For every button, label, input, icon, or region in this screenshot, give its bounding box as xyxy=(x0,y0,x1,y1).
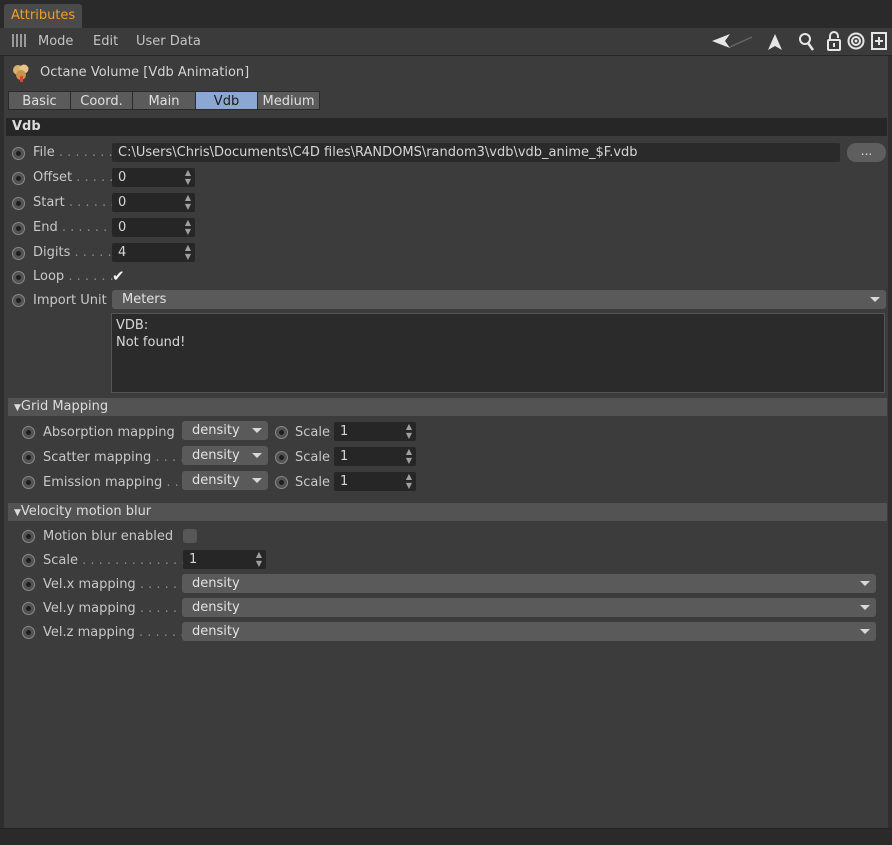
grid-mapping-header[interactable]: ▼Grid Mapping xyxy=(8,398,887,416)
end-keyframe-radio[interactable] xyxy=(12,222,25,235)
start-field[interactable]: 0 ▲ ▼ xyxy=(112,193,195,212)
start-label: Start . . . . . . xyxy=(33,195,115,210)
collapse-triangle-icon[interactable]: ▼ xyxy=(14,403,21,413)
absorption-scale-field[interactable]: 1 ▲ ▼ xyxy=(334,422,416,441)
velz-keyframe-radio[interactable] xyxy=(22,626,35,639)
file-keyframe-radio[interactable] xyxy=(12,147,25,160)
emission-mapping-dropdown[interactable]: density xyxy=(182,471,268,490)
digits-field[interactable]: 4 ▲ ▼ xyxy=(112,243,195,262)
tab-vdb[interactable]: Vdb xyxy=(195,91,258,110)
import-unit-label: Import Unit xyxy=(33,293,107,308)
volume-object-icon xyxy=(13,64,29,82)
collapse-triangle-icon[interactable]: ▼ xyxy=(14,508,21,518)
scatter-mapping-dropdown[interactable]: density xyxy=(182,446,268,465)
vel-scale-field[interactable]: 1 ▲ ▼ xyxy=(183,550,266,569)
loop-keyframe-radio[interactable] xyxy=(12,271,25,284)
vel-scale-stepper-icon[interactable]: ▲ ▼ xyxy=(255,550,263,569)
motion-blur-keyframe-radio[interactable] xyxy=(22,530,35,543)
vdb-section-header: Vdb xyxy=(6,118,887,136)
velz-mapping-dropdown[interactable]: density xyxy=(182,622,876,641)
emission-scale-field[interactable]: 1 ▲ ▼ xyxy=(334,472,416,491)
file-label: File . . . . . . . xyxy=(33,145,113,160)
vely-label: Vel.y mapping . . . . . . xyxy=(43,601,186,616)
attributes-tab[interactable]: Attributes xyxy=(4,4,83,28)
chevron-down-icon xyxy=(860,581,870,586)
velx-keyframe-radio[interactable] xyxy=(22,578,35,591)
offset-stepper-icon[interactable]: ▲ ▼ xyxy=(184,168,192,187)
velx-mapping-dropdown[interactable]: density xyxy=(182,574,876,593)
chevron-down-icon xyxy=(252,478,262,483)
offset-field[interactable]: 0 ▲ ▼ xyxy=(112,168,195,187)
search-icon[interactable] xyxy=(798,32,816,52)
absorption-scale-stepper-icon[interactable]: ▲ ▼ xyxy=(405,422,413,441)
file-path-field[interactable]: C:\Users\Chris\Documents\C4D files\RANDO… xyxy=(112,143,840,162)
panel-tab-bar xyxy=(0,0,892,28)
menu-mode[interactable]: Mode xyxy=(38,34,73,49)
end-label: End . . . . . . . xyxy=(33,220,116,235)
chevron-down-icon xyxy=(860,605,870,610)
lock-icon[interactable] xyxy=(826,31,842,51)
emission-scale-keyframe-radio[interactable] xyxy=(275,476,288,489)
menu-bar xyxy=(0,28,892,56)
start-stepper-icon[interactable]: ▲ ▼ xyxy=(184,193,192,212)
absorption-scale-label: Scale xyxy=(295,425,330,440)
emission-scale-label: Scale xyxy=(295,475,330,490)
scatter-keyframe-radio[interactable] xyxy=(22,451,35,464)
import-unit-dropdown[interactable]: Meters xyxy=(112,290,886,309)
up-arrow-icon[interactable] xyxy=(766,33,784,51)
vdb-status-line: Not found! xyxy=(116,335,186,350)
chevron-down-icon xyxy=(860,629,870,634)
menu-user-data[interactable]: User Data xyxy=(136,34,201,49)
scatter-scale-field[interactable]: 1 ▲ ▼ xyxy=(334,447,416,466)
chevron-down-icon xyxy=(870,297,880,302)
emission-label: Emission mapping . . xyxy=(43,475,179,490)
emission-keyframe-radio[interactable] xyxy=(22,476,35,489)
vel-scale-keyframe-radio[interactable] xyxy=(22,554,35,567)
scatter-scale-stepper-icon[interactable]: ▲ ▼ xyxy=(405,447,413,466)
tab-coord[interactable]: Coord. xyxy=(70,91,133,110)
scatter-scale-keyframe-radio[interactable] xyxy=(275,451,288,464)
motion-blur-label: Motion blur enabled xyxy=(43,529,174,544)
object-title: Octane Volume [Vdb Animation] xyxy=(40,65,250,80)
digits-label: Digits . . . . . xyxy=(33,245,112,260)
digits-stepper-icon[interactable]: ▲ ▼ xyxy=(184,243,192,262)
back-arrow-icon[interactable] xyxy=(710,33,756,51)
offset-label: Offset . . . . . xyxy=(33,170,114,185)
absorption-mapping-dropdown[interactable]: density xyxy=(182,421,268,440)
offset-keyframe-radio[interactable] xyxy=(12,172,25,185)
vely-keyframe-radio[interactable] xyxy=(22,602,35,615)
absorption-label: Absorption mapping xyxy=(43,425,175,440)
new-panel-icon[interactable] xyxy=(871,32,887,50)
vel-scale-label: Scale . . . . . . . . . . . . . . xyxy=(43,553,194,568)
loop-label: Loop . . . . . . xyxy=(33,269,114,284)
menu-edit[interactable]: Edit xyxy=(93,34,118,49)
end-stepper-icon[interactable]: ▲ ▼ xyxy=(184,218,192,237)
vely-mapping-dropdown[interactable]: density xyxy=(182,598,876,617)
scatter-label: Scatter mapping . . . . xyxy=(43,450,185,465)
target-icon[interactable] xyxy=(847,32,865,50)
chevron-down-icon xyxy=(252,453,262,458)
scatter-scale-label: Scale xyxy=(295,450,330,465)
emission-scale-stepper-icon[interactable]: ▲ ▼ xyxy=(405,472,413,491)
motion-blur-checkbox[interactable] xyxy=(183,529,197,543)
tab-main[interactable]: Main xyxy=(132,91,196,110)
grid-handle-icon[interactable] xyxy=(12,34,26,47)
digits-keyframe-radio[interactable] xyxy=(12,247,25,260)
chevron-down-icon xyxy=(252,428,262,433)
start-keyframe-radio[interactable] xyxy=(12,197,25,210)
absorption-scale-keyframe-radio[interactable] xyxy=(275,426,288,439)
vdb-info-line: VDB: xyxy=(116,318,149,333)
import-unit-keyframe-radio[interactable] xyxy=(12,294,25,307)
vdb-info-box: VDB: Not found! xyxy=(111,313,885,393)
velx-label: Vel.x mapping . . . . . . xyxy=(43,577,186,592)
end-field[interactable]: 0 ▲ ▼ xyxy=(112,218,195,237)
tab-medium[interactable]: Medium xyxy=(257,91,320,110)
absorption-keyframe-radio[interactable] xyxy=(22,426,35,439)
tab-basic[interactable]: Basic xyxy=(8,91,71,110)
panel-footer xyxy=(0,828,892,845)
velocity-motion-blur-header[interactable]: ▼Velocity motion blur xyxy=(8,503,887,521)
loop-checkbox[interactable]: ✔ xyxy=(112,267,125,285)
browse-file-button[interactable]: ... xyxy=(847,143,886,162)
velz-label: Vel.z mapping . . . . . . xyxy=(43,625,185,640)
